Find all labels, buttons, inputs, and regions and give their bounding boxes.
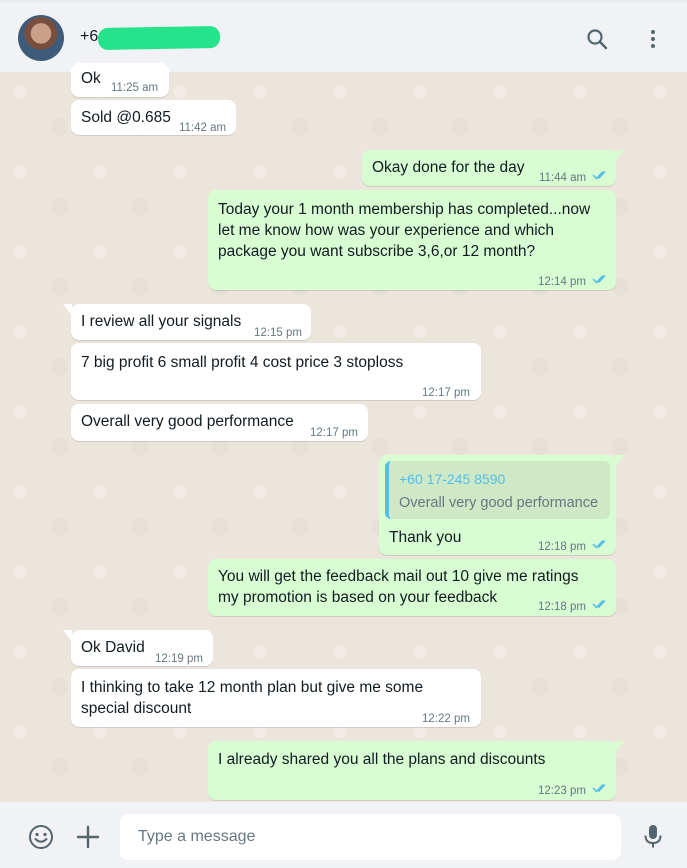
outgoing-message[interactable]: +60 17-245 8590 Overall very good perfor… [379,455,624,555]
microphone-icon[interactable] [640,823,666,849]
search-icon[interactable] [585,27,609,51]
outgoing-message[interactable]: You will get the feedback mail out 10 gi… [208,559,616,616]
menu-icon[interactable] [641,27,665,51]
incoming-message[interactable]: Ok 11:25 am [71,63,169,97]
message-time: 12:15 pm [254,327,302,339]
chat-header: +6 [0,0,687,72]
message-time: 11:25 am [111,82,159,94]
message-time: 12:18 pm [538,601,586,613]
message-time: 12:18 pm [538,541,586,553]
message-text: Sold @0.685 [81,109,171,126]
message-time: 12:23 pm [538,785,586,797]
contact-name[interactable]: +6 [80,28,98,46]
message-time: 12:17 pm [422,387,470,399]
incoming-message[interactable]: 7 big profit 6 small profit 4 cost price… [71,343,481,400]
redaction-mark [97,25,221,51]
contact-avatar[interactable] [18,15,64,61]
outgoing-message[interactable]: Okay done for the day 11:44 am [362,150,624,186]
outgoing-message[interactable]: I already shared you all the plans and d… [208,741,624,800]
message-time: 12:22 pm [422,713,470,725]
incoming-message[interactable]: Sold @0.685 11:42 am [71,100,236,135]
incoming-message[interactable]: I thinking to take 12 month plan but giv… [71,669,481,727]
plus-icon[interactable] [75,824,101,850]
message-text: Overall very good performance [81,413,294,430]
emoji-icon[interactable] [28,824,54,850]
message-time: 11:42 am [179,122,227,134]
read-ticks-icon [592,783,606,793]
quoted-sender: +60 17-245 8590 [399,471,506,487]
read-ticks-icon [592,539,606,549]
message-time: 11:44 am [539,172,587,184]
incoming-message[interactable]: Overall very good performance 12:17 pm [71,404,368,441]
incoming-message[interactable]: Ok David 12:19 pm [63,630,213,666]
message-time: 12:19 pm [155,653,203,665]
message-composer [0,802,687,868]
read-ticks-icon [592,274,606,284]
message-text: Ok [81,70,101,87]
quoted-text: Overall very good performance [399,495,599,511]
message-text: I thinking to take 12 month plan but giv… [81,679,424,717]
message-time: 12:17 pm [310,427,358,439]
message-text: You will get the feedback mail out 10 gi… [218,568,579,606]
message-text: I review all your signals [81,313,242,330]
read-ticks-icon [592,170,606,180]
quoted-message[interactable]: +60 17-245 8590 Overall very good perfor… [385,461,610,519]
message-text: Today your 1 month membership has comple… [218,201,591,260]
outgoing-message[interactable]: Today your 1 month membership has comple… [208,190,616,290]
message-text: I already shared you all the plans and d… [218,751,546,768]
message-text: Thank you [389,529,462,546]
message-text: 7 big profit 6 small profit 4 cost price… [81,354,404,371]
message-text: Ok David [81,639,145,656]
incoming-message[interactable]: I review all your signals 12:15 pm [63,304,311,340]
message-time: 12:14 pm [538,276,586,288]
read-ticks-icon [592,599,606,609]
message-text: Okay done for the day [372,159,525,176]
message-input[interactable] [120,814,621,860]
